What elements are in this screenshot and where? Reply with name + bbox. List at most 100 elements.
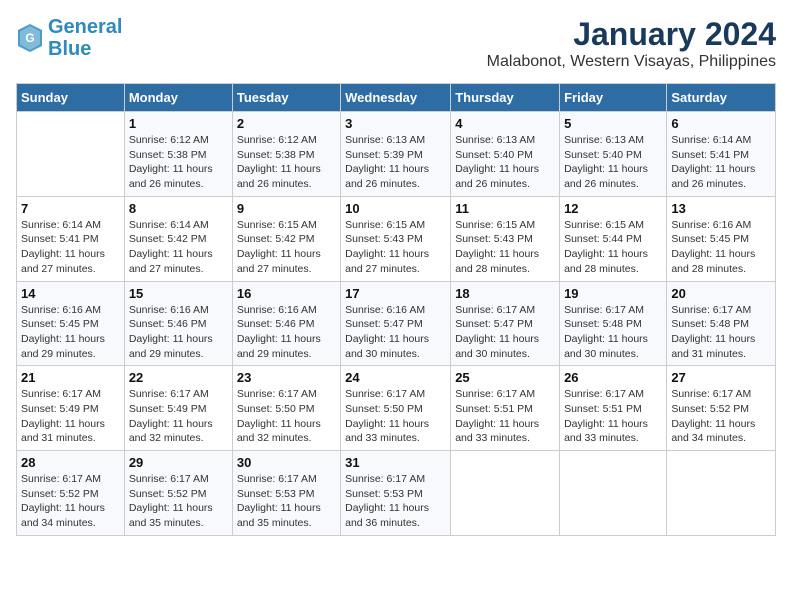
calendar-cell bbox=[667, 451, 776, 536]
day-info: Sunrise: 6:17 AMSunset: 5:52 PMDaylight:… bbox=[21, 472, 120, 531]
day-number: 21 bbox=[21, 370, 120, 385]
day-info: Sunrise: 6:17 AMSunset: 5:48 PMDaylight:… bbox=[564, 303, 662, 362]
weekday-header: Sunday bbox=[17, 84, 125, 112]
calendar-cell: 20Sunrise: 6:17 AMSunset: 5:48 PMDayligh… bbox=[667, 281, 776, 366]
day-info: Sunrise: 6:17 AMSunset: 5:52 PMDaylight:… bbox=[671, 387, 771, 446]
calendar-cell: 29 Sunrise: 6:17 AMSunset: 5:52 PMDayligh… bbox=[124, 451, 232, 536]
day-info: Sunrise: 6:12 AMSunset: 5:38 PMDaylight:… bbox=[129, 133, 228, 192]
calendar-header: SundayMondayTuesdayWednesdayThursdayFrid… bbox=[17, 84, 776, 112]
calendar-cell: 30Sunrise: 6:17 AMSunset: 5:53 PMDayligh… bbox=[232, 451, 340, 536]
day-number: 27 bbox=[671, 370, 771, 385]
day-info: Sunrise: 6:15 AMSunset: 5:43 PMDaylight:… bbox=[455, 218, 555, 277]
svg-text:G: G bbox=[25, 31, 34, 45]
sub-title: Malabonot, Western Visayas, Philippines bbox=[487, 53, 776, 71]
day-number: 2 bbox=[237, 116, 336, 131]
day-info: Sunrise: 6:17 AMSunset: 5:51 PMDaylight:… bbox=[564, 387, 662, 446]
day-number: 25 bbox=[455, 370, 555, 385]
title-area: January 2024 Malabonot, Western Visayas,… bbox=[487, 16, 776, 71]
day-number: 22 bbox=[129, 370, 228, 385]
day-number: 31 bbox=[345, 455, 446, 470]
day-info: Sunrise: 6:16 AMSunset: 5:45 PMDaylight:… bbox=[671, 218, 771, 277]
calendar-week-row: 7Sunrise: 6:14 AMSunset: 5:41 PMDaylight… bbox=[17, 196, 776, 281]
calendar-cell: 8Sunrise: 6:14 AMSunset: 5:42 PMDaylight… bbox=[124, 196, 232, 281]
day-info: Sunrise: 6:17 AMSunset: 5:51 PMDaylight:… bbox=[455, 387, 555, 446]
day-number: 6 bbox=[671, 116, 771, 131]
calendar-cell: 3 Sunrise: 6:13 AMSunset: 5:39 PMDaylight… bbox=[341, 112, 451, 197]
calendar-cell: 13 Sunrise: 6:16 AMSunset: 5:45 PMDayligh… bbox=[667, 196, 776, 281]
calendar-cell: 28 Sunrise: 6:17 AMSunset: 5:52 PMDayligh… bbox=[17, 451, 125, 536]
weekday-header: Friday bbox=[560, 84, 667, 112]
day-number: 3 bbox=[345, 116, 446, 131]
day-info: Sunrise: 6:16 AMSunset: 5:47 PMDaylight:… bbox=[345, 303, 446, 362]
calendar-cell: 6 Sunrise: 6:14 AMSunset: 5:41 PMDaylight… bbox=[667, 112, 776, 197]
calendar-week-row: 28 Sunrise: 6:17 AMSunset: 5:52 PMDayligh… bbox=[17, 451, 776, 536]
day-number: 19 bbox=[564, 286, 662, 301]
calendar-cell: 23 Sunrise: 6:17 AMSunset: 5:50 PMDayligh… bbox=[232, 366, 340, 451]
day-info: Sunrise: 6:17 AMSunset: 5:53 PMDaylight:… bbox=[237, 472, 336, 531]
calendar-cell: 18Sunrise: 6:17 AMSunset: 5:47 PMDayligh… bbox=[451, 281, 560, 366]
weekday-header: Monday bbox=[124, 84, 232, 112]
day-info: Sunrise: 6:13 AMSunset: 5:40 PMDaylight:… bbox=[564, 133, 662, 192]
calendar-cell bbox=[451, 451, 560, 536]
day-number: 13 bbox=[671, 201, 771, 216]
day-number: 24 bbox=[345, 370, 446, 385]
day-number: 4 bbox=[455, 116, 555, 131]
calendar-cell: 24 Sunrise: 6:17 AMSunset: 5:50 PMDayligh… bbox=[341, 366, 451, 451]
day-info: Sunrise: 6:16 AMSunset: 5:46 PMDaylight:… bbox=[237, 303, 336, 362]
calendar-table: SundayMondayTuesdayWednesdayThursdayFrid… bbox=[16, 83, 776, 536]
day-info: Sunrise: 6:16 AMSunset: 5:46 PMDaylight:… bbox=[129, 303, 228, 362]
day-number: 8 bbox=[129, 201, 228, 216]
calendar-cell: 26 Sunrise: 6:17 AMSunset: 5:51 PMDayligh… bbox=[560, 366, 667, 451]
day-number: 28 bbox=[21, 455, 120, 470]
day-number: 15 bbox=[129, 286, 228, 301]
day-number: 29 bbox=[129, 455, 228, 470]
day-info: Sunrise: 6:14 AMSunset: 5:41 PMDaylight:… bbox=[671, 133, 771, 192]
day-number: 1 bbox=[129, 116, 228, 131]
calendar-cell: 22 Sunrise: 6:17 AMSunset: 5:49 PMDayligh… bbox=[124, 366, 232, 451]
calendar-cell: 27 Sunrise: 6:17 AMSunset: 5:52 PMDayligh… bbox=[667, 366, 776, 451]
day-number: 11 bbox=[455, 201, 555, 216]
day-info: Sunrise: 6:13 AMSunset: 5:39 PMDaylight:… bbox=[345, 133, 446, 192]
day-number: 5 bbox=[564, 116, 662, 131]
calendar-cell: 16 Sunrise: 6:16 AMSunset: 5:46 PMDayligh… bbox=[232, 281, 340, 366]
calendar-cell: 5 Sunrise: 6:13 AMSunset: 5:40 PMDaylight… bbox=[560, 112, 667, 197]
calendar-cell: 12 Sunrise: 6:15 AMSunset: 5:44 PMDayligh… bbox=[560, 196, 667, 281]
calendar-cell: 7Sunrise: 6:14 AMSunset: 5:41 PMDaylight… bbox=[17, 196, 125, 281]
day-number: 17 bbox=[345, 286, 446, 301]
day-number: 26 bbox=[564, 370, 662, 385]
calendar-cell: 31 Sunrise: 6:17 AMSunset: 5:53 PMDayligh… bbox=[341, 451, 451, 536]
calendar-cell: 19 Sunrise: 6:17 AMSunset: 5:48 PMDayligh… bbox=[560, 281, 667, 366]
weekday-header: Tuesday bbox=[232, 84, 340, 112]
day-number: 18 bbox=[455, 286, 555, 301]
day-number: 10 bbox=[345, 201, 446, 216]
day-info: Sunrise: 6:17 AMSunset: 5:48 PMDaylight:… bbox=[671, 303, 771, 362]
calendar-cell: 1 Sunrise: 6:12 AMSunset: 5:38 PMDaylight… bbox=[124, 112, 232, 197]
day-info: Sunrise: 6:15 AMSunset: 5:44 PMDaylight:… bbox=[564, 218, 662, 277]
weekday-header: Saturday bbox=[667, 84, 776, 112]
calendar-cell: 2 Sunrise: 6:12 AMSunset: 5:38 PMDaylight… bbox=[232, 112, 340, 197]
calendar-cell: 10 Sunrise: 6:15 AMSunset: 5:43 PMDayligh… bbox=[341, 196, 451, 281]
weekday-header: Wednesday bbox=[341, 84, 451, 112]
day-number: 16 bbox=[237, 286, 336, 301]
day-number: 12 bbox=[564, 201, 662, 216]
calendar-week-row: 21 Sunrise: 6:17 AMSunset: 5:49 PMDayligh… bbox=[17, 366, 776, 451]
calendar-week-row: 1 Sunrise: 6:12 AMSunset: 5:38 PMDaylight… bbox=[17, 112, 776, 197]
calendar-cell: 21Sunrise: 6:17 AMSunset: 5:49 PMDayligh… bbox=[17, 366, 125, 451]
calendar-cell bbox=[560, 451, 667, 536]
calendar-cell: 4Sunrise: 6:13 AMSunset: 5:40 PMDaylight… bbox=[451, 112, 560, 197]
calendar-cell: 14Sunrise: 6:16 AMSunset: 5:45 PMDayligh… bbox=[17, 281, 125, 366]
logo-icon: G bbox=[16, 22, 44, 54]
day-info: Sunrise: 6:17 AMSunset: 5:50 PMDaylight:… bbox=[237, 387, 336, 446]
day-info: Sunrise: 6:17 AMSunset: 5:53 PMDaylight:… bbox=[345, 472, 446, 531]
day-number: 23 bbox=[237, 370, 336, 385]
day-info: Sunrise: 6:17 AMSunset: 5:52 PMDaylight:… bbox=[129, 472, 228, 531]
day-info: Sunrise: 6:15 AMSunset: 5:43 PMDaylight:… bbox=[345, 218, 446, 277]
header: G General Blue January 2024 Malabonot, W… bbox=[16, 16, 776, 71]
day-info: Sunrise: 6:12 AMSunset: 5:38 PMDaylight:… bbox=[237, 133, 336, 192]
logo: G General Blue bbox=[16, 16, 122, 60]
day-info: Sunrise: 6:17 AMSunset: 5:50 PMDaylight:… bbox=[345, 387, 446, 446]
day-info: Sunrise: 6:17 AMSunset: 5:49 PMDaylight:… bbox=[129, 387, 228, 446]
calendar-week-row: 14Sunrise: 6:16 AMSunset: 5:45 PMDayligh… bbox=[17, 281, 776, 366]
day-info: Sunrise: 6:15 AMSunset: 5:42 PMDaylight:… bbox=[237, 218, 336, 277]
day-number: 9 bbox=[237, 201, 336, 216]
